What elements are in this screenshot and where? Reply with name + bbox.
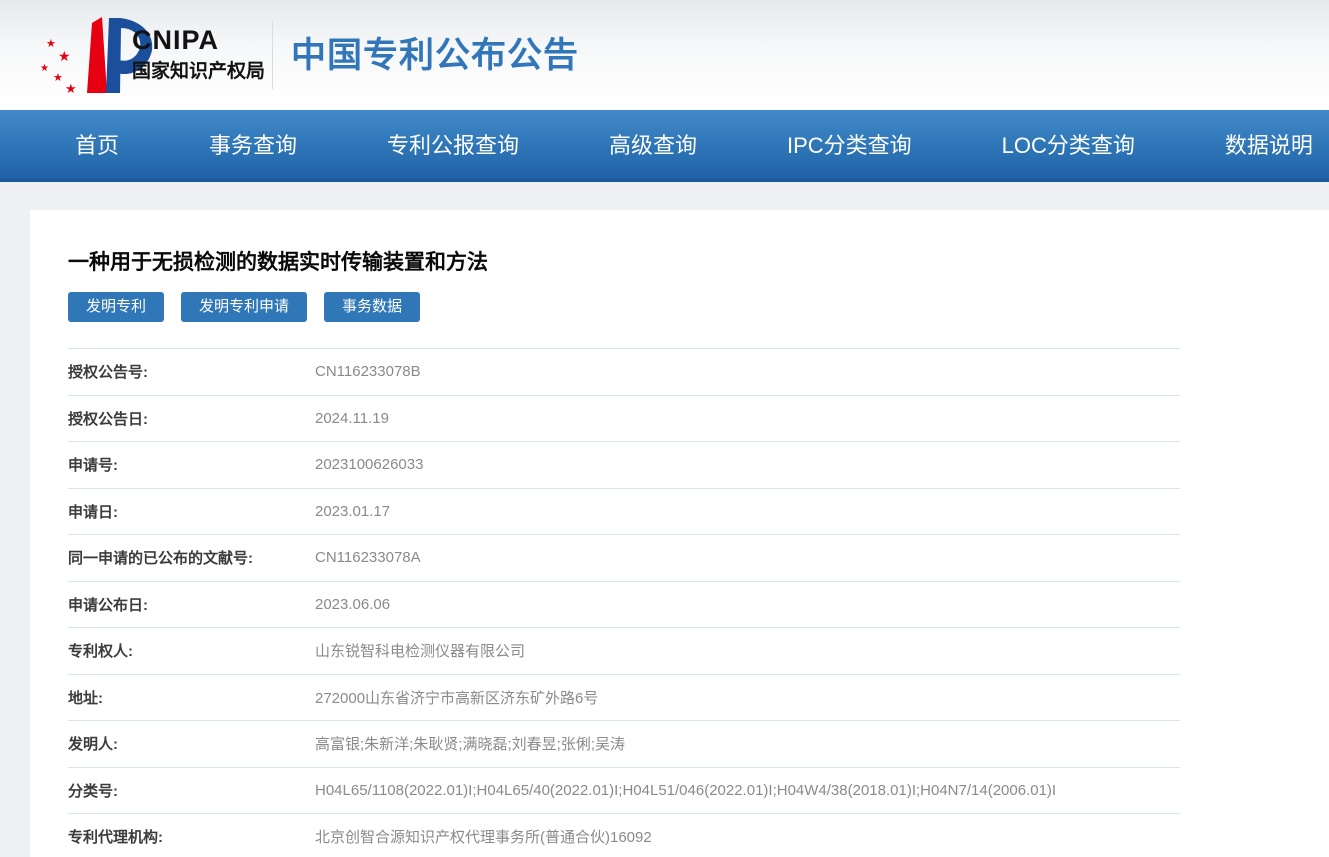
detail-label-application-number: 申请号: bbox=[68, 454, 315, 475]
detail-value-classification: H04L65/1108(2022.01)I;H04L65/40(2022.01)… bbox=[315, 782, 1180, 799]
detail-row-application-publication-date: 申请公布日:2023.06.06 bbox=[68, 582, 1180, 629]
detail-row-patentee: 专利权人:山东锐智科电检测仪器有限公司 bbox=[68, 628, 1180, 675]
nav-item-gazette-query[interactable]: 专利公报查询 bbox=[387, 128, 519, 160]
detail-value-inventors: 高富银;朱新洋;朱耿贤;满晓磊;刘春昱;张俐;吴涛 bbox=[315, 733, 1180, 754]
nav-item-home[interactable]: 首页 bbox=[75, 128, 119, 160]
detail-label-patent-agency: 专利代理机构: bbox=[68, 826, 315, 847]
nav-item-transaction-query[interactable]: 事务查询 bbox=[209, 128, 297, 160]
detail-label-same-application-published-doc-number: 同一申请的已公布的文献号: bbox=[68, 547, 315, 568]
detail-label-grant-date: 授权公告日: bbox=[68, 408, 315, 429]
svg-text:★: ★ bbox=[53, 72, 63, 84]
nav-item-loc-query[interactable]: LOC分类查询 bbox=[1002, 128, 1135, 160]
cnipa-logo-icon: ★ ★ ★ ★ ★ CNIPA 国家知识产权局 bbox=[34, 13, 266, 97]
svg-text:★: ★ bbox=[46, 38, 56, 50]
svg-text:国家知识产权局: 国家知识产权局 bbox=[132, 59, 265, 82]
svg-text:★: ★ bbox=[40, 63, 49, 74]
detail-label-application-date: 申请日: bbox=[68, 501, 315, 522]
detail-row-application-number: 申请号:2023100626033 bbox=[68, 442, 1180, 489]
header-divider bbox=[272, 21, 273, 89]
tag-row: 发明专利发明专利申请事务数据 bbox=[68, 292, 1329, 322]
detail-value-application-date: 2023.01.17 bbox=[315, 503, 1180, 520]
detail-value-application-number: 2023100626033 bbox=[315, 456, 1180, 473]
nav-item-ipc-query[interactable]: IPC分类查询 bbox=[787, 128, 912, 160]
tag-button-transaction-data[interactable]: 事务数据 bbox=[324, 292, 420, 322]
detail-label-inventors: 发明人: bbox=[68, 733, 315, 754]
detail-label-grant-number: 授权公告号: bbox=[68, 361, 315, 382]
detail-row-same-application-published-doc-number: 同一申请的已公布的文献号:CN116233078A bbox=[68, 535, 1180, 582]
detail-row-address: 地址:272000山东省济宁市高新区济东矿外路6号 bbox=[68, 675, 1180, 722]
detail-row-inventors: 发明人:高富银;朱新洋;朱耿贤;满晓磊;刘春昱;张俐;吴涛 bbox=[68, 721, 1180, 768]
detail-row-application-date: 申请日:2023.01.17 bbox=[68, 489, 1180, 536]
detail-row-patent-agency: 专利代理机构:北京创智合源知识产权代理事务所(普通合伙)16092 bbox=[68, 814, 1180, 857]
svg-text:★: ★ bbox=[58, 48, 71, 64]
detail-label-patentee: 专利权人: bbox=[68, 640, 315, 661]
nav-item-advanced-query[interactable]: 高级查询 bbox=[609, 128, 697, 160]
patent-detail-table: 授权公告号:CN116233078B授权公告日:2024.11.19申请号:20… bbox=[68, 348, 1180, 857]
detail-label-application-publication-date: 申请公布日: bbox=[68, 594, 315, 615]
detail-row-grant-number: 授权公告号:CN116233078B bbox=[68, 349, 1180, 396]
detail-label-classification: 分类号: bbox=[68, 780, 315, 801]
svg-text:★: ★ bbox=[65, 81, 77, 96]
nav-item-data-description[interactable]: 数据说明 bbox=[1225, 128, 1313, 160]
patent-detail-card: 一种用于无损检测的数据实时传输装置和方法 发明专利发明专利申请事务数据 授权公告… bbox=[30, 210, 1329, 857]
detail-label-address: 地址: bbox=[68, 687, 315, 708]
site-title: 中国专利公布公告 bbox=[291, 27, 579, 84]
site-header: ★ ★ ★ ★ ★ CNIPA 国家知识产权局 中国专利公布公告 bbox=[0, 0, 1329, 110]
tag-button-invention-patent[interactable]: 发明专利 bbox=[68, 292, 164, 322]
nav: 首页 事务查询 专利公报查询 高级查询 IPC分类查询 LOC分类查询 数据说明 bbox=[0, 110, 1329, 182]
svg-text:CNIPA: CNIPA bbox=[132, 25, 219, 55]
cnipa-logo: ★ ★ ★ ★ ★ CNIPA 国家知识产权局 bbox=[34, 13, 266, 97]
detail-value-same-application-published-doc-number: CN116233078A bbox=[315, 549, 1180, 566]
detail-value-application-publication-date: 2023.06.06 bbox=[315, 596, 1180, 613]
detail-value-patent-agency: 北京创智合源知识产权代理事务所(普通合伙)16092 bbox=[315, 826, 1180, 847]
detail-value-patentee: 山东锐智科电检测仪器有限公司 bbox=[315, 640, 1180, 661]
detail-value-grant-number: CN116233078B bbox=[315, 363, 1180, 380]
tag-button-invention-application[interactable]: 发明专利申请 bbox=[181, 292, 307, 322]
detail-row-classification: 分类号:H04L65/1108(2022.01)I;H04L65/40(2022… bbox=[68, 768, 1180, 815]
detail-value-address: 272000山东省济宁市高新区济东矿外路6号 bbox=[315, 687, 1180, 708]
detail-value-grant-date: 2024.11.19 bbox=[315, 410, 1180, 427]
page-background: 一种用于无损检测的数据实时传输装置和方法 发明专利发明专利申请事务数据 授权公告… bbox=[0, 182, 1329, 857]
detail-row-grant-date: 授权公告日:2024.11.19 bbox=[68, 396, 1180, 443]
patent-title: 一种用于无损检测的数据实时传输装置和方法 bbox=[68, 246, 1329, 276]
